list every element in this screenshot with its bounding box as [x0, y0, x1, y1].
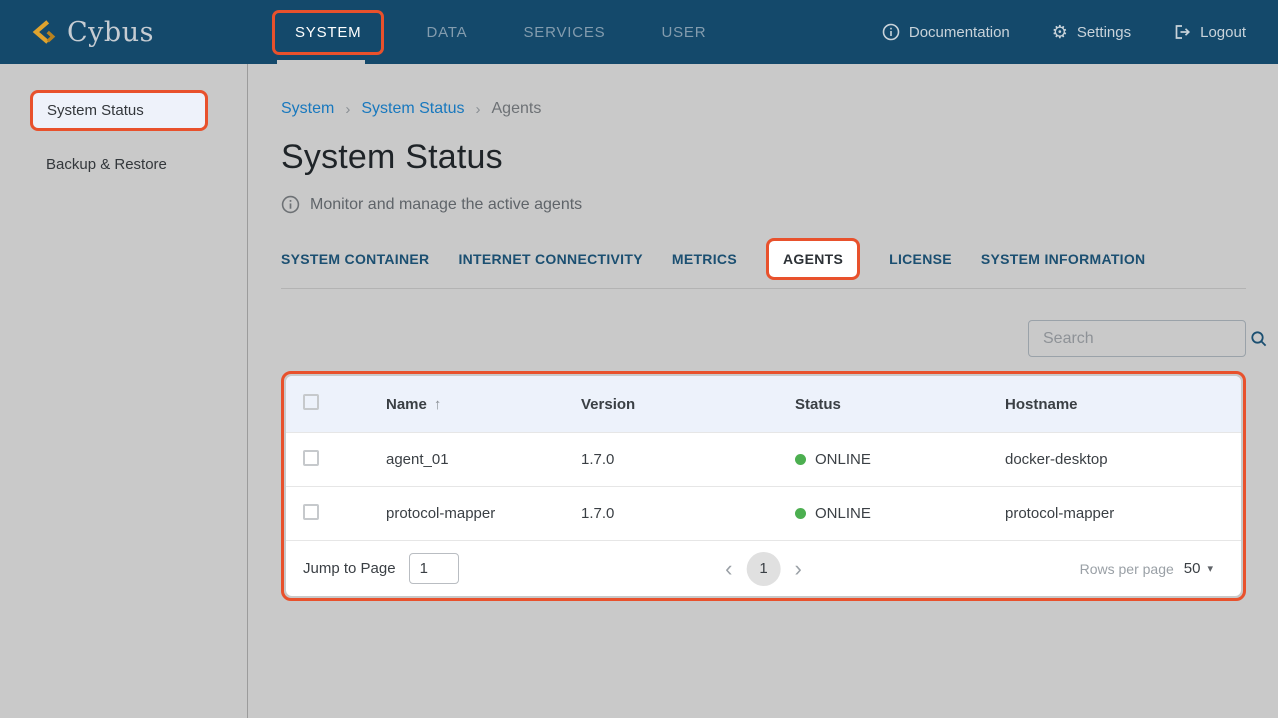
- table-row[interactable]: agent_01 1.7.0 ONLINE docker-desktop: [286, 432, 1241, 486]
- nav-item-data-label: DATA: [426, 24, 467, 41]
- tab-internet-connectivity[interactable]: INTERNET CONNECTIVITY: [458, 251, 642, 267]
- previous-page-icon[interactable]: ‹: [725, 558, 732, 580]
- main-content: System › System Status › Agents System S…: [249, 64, 1278, 718]
- documentation-link[interactable]: Documentation: [882, 23, 1010, 41]
- active-nav-indicator: [277, 60, 365, 64]
- search-input[interactable]: [1043, 330, 1250, 348]
- row-checkbox-cell: [286, 450, 386, 470]
- brand-logo[interactable]: Cybus: [30, 0, 154, 64]
- column-header-version[interactable]: Version: [581, 396, 795, 413]
- nav-item-system[interactable]: SYSTEM: [272, 10, 384, 55]
- nav-item-system-label: SYSTEM: [295, 24, 361, 41]
- cybus-logo-icon: [30, 17, 57, 47]
- tab-system-container[interactable]: SYSTEM CONTAINER: [281, 251, 429, 267]
- agent-version: 1.7.0: [581, 451, 795, 468]
- agent-name: protocol-mapper: [386, 505, 581, 522]
- agent-version: 1.7.0: [581, 505, 795, 522]
- tab-system-information[interactable]: SYSTEM INFORMATION: [981, 251, 1146, 267]
- nav-item-data[interactable]: DATA: [412, 24, 481, 41]
- page-title: System Status: [281, 135, 1246, 179]
- tab-agents[interactable]: AGENTS: [766, 238, 860, 280]
- tab-bar: SYSTEM CONTAINER INTERNET CONNECTIVITY M…: [281, 238, 1246, 280]
- rows-per-page-value[interactable]: 50: [1184, 560, 1201, 577]
- sidebar-item-system-status-label: System Status: [47, 102, 144, 119]
- row-checkbox-cell: [286, 504, 386, 524]
- rows-per-page-group: Rows per page 50 ▾: [1080, 560, 1213, 577]
- search-icon[interactable]: [1250, 330, 1268, 348]
- logout-link[interactable]: Logout: [1173, 24, 1246, 41]
- navbar-actions: Documentation ⚙ Settings Logout: [882, 0, 1246, 64]
- online-status-icon: [795, 508, 806, 519]
- settings-label: Settings: [1077, 24, 1131, 41]
- rows-per-page-label: Rows per page: [1080, 561, 1174, 577]
- select-all-cell: [286, 394, 386, 414]
- current-page-button[interactable]: 1: [747, 552, 781, 586]
- nav-item-services[interactable]: SERVICES: [509, 24, 619, 41]
- jump-to-page-group: Jump to Page: [303, 553, 459, 584]
- sidebar: System Status Backup & Restore: [0, 64, 248, 718]
- agent-status-label: ONLINE: [815, 451, 871, 468]
- table-footer: Jump to Page ‹ 1 › Rows per page 50 ▾: [286, 540, 1241, 596]
- agent-hostname: protocol-mapper: [1005, 505, 1241, 522]
- row-checkbox[interactable]: [303, 450, 319, 466]
- jump-to-page-label: Jump to Page: [303, 560, 396, 577]
- agents-table: Name ↑ Version Status Hostname agent_01 …: [286, 376, 1241, 596]
- documentation-label: Documentation: [909, 24, 1010, 41]
- agent-hostname: docker-desktop: [1005, 451, 1241, 468]
- top-navbar: Cybus SYSTEM DATA SERVICES USER Document…: [0, 0, 1278, 64]
- agent-name: agent_01: [386, 451, 581, 468]
- table-row[interactable]: protocol-mapper 1.7.0 ONLINE protocol-ma…: [286, 486, 1241, 540]
- info-icon: [281, 195, 300, 214]
- breadcrumb-link-system-status[interactable]: System Status: [361, 100, 464, 118]
- breadcrumb-current: Agents: [492, 100, 542, 118]
- row-checkbox[interactable]: [303, 504, 319, 520]
- select-all-checkbox[interactable]: [303, 394, 319, 410]
- gear-icon: ⚙: [1052, 23, 1068, 41]
- nav-item-user[interactable]: USER: [647, 24, 720, 41]
- agent-status: ONLINE: [795, 451, 1005, 468]
- logout-label: Logout: [1200, 24, 1246, 41]
- jump-to-page-input[interactable]: [409, 553, 459, 584]
- breadcrumb: System › System Status › Agents: [281, 100, 1246, 118]
- column-header-hostname[interactable]: Hostname: [1005, 396, 1241, 413]
- primary-nav: SYSTEM DATA SERVICES USER: [272, 0, 720, 64]
- search-box: [1028, 320, 1246, 357]
- tab-license[interactable]: LICENSE: [889, 251, 952, 267]
- brand-name: Cybus: [67, 17, 154, 48]
- agent-status-label: ONLINE: [815, 505, 871, 522]
- next-page-icon[interactable]: ›: [795, 558, 802, 580]
- caret-down-icon[interactable]: ▾: [1207, 562, 1213, 575]
- nav-item-services-label: SERVICES: [523, 24, 605, 41]
- online-status-icon: [795, 454, 806, 465]
- breadcrumb-separator-icon: ›: [476, 101, 481, 118]
- breadcrumb-separator-icon: ›: [345, 101, 350, 118]
- logout-icon: [1173, 24, 1191, 40]
- settings-link[interactable]: ⚙ Settings: [1052, 23, 1131, 41]
- page-subtitle-text: Monitor and manage the active agents: [310, 196, 582, 214]
- search-row: [281, 320, 1246, 357]
- table-annotation-box: Name ↑ Version Status Hostname agent_01 …: [281, 371, 1246, 601]
- tab-metrics[interactable]: METRICS: [672, 251, 737, 267]
- info-icon: [882, 23, 900, 41]
- table-header-row: Name ↑ Version Status Hostname: [286, 376, 1241, 432]
- column-header-status[interactable]: Status: [795, 396, 1005, 413]
- sidebar-item-system-status[interactable]: System Status: [30, 90, 208, 131]
- sidebar-item-backup-restore-label: Backup & Restore: [46, 156, 167, 173]
- column-header-name[interactable]: Name ↑: [386, 396, 581, 413]
- agent-status: ONLINE: [795, 505, 1005, 522]
- nav-item-user-label: USER: [661, 24, 706, 41]
- breadcrumb-link-system[interactable]: System: [281, 100, 334, 118]
- pagination: ‹ 1 ›: [725, 552, 802, 586]
- sort-ascending-icon: ↑: [434, 396, 442, 413]
- divider: [281, 288, 1246, 289]
- column-header-name-label: Name: [386, 396, 427, 413]
- page-subtitle: Monitor and manage the active agents: [281, 195, 1246, 214]
- sidebar-item-backup-restore[interactable]: Backup & Restore: [46, 156, 247, 173]
